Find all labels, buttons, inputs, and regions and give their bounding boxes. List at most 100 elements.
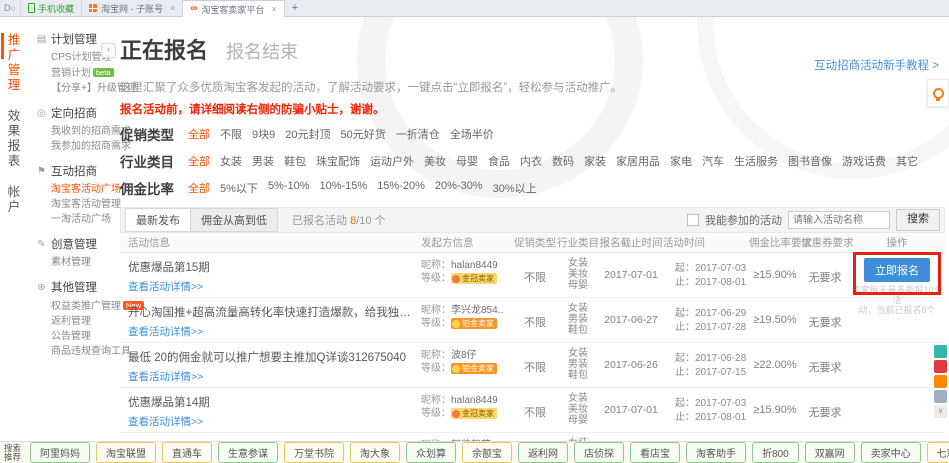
filter-option[interactable]: 5%以下 (220, 180, 258, 196)
filter-option[interactable]: 家居用品 (616, 153, 660, 169)
sidebar-item[interactable]: 权益类推广管理New (51, 298, 112, 314)
cart-widget-icon[interactable] (934, 375, 947, 388)
filter-option[interactable]: 15%-20% (377, 180, 425, 196)
bottom-nav-item[interactable]: 阿里妈妈 (30, 442, 90, 463)
coupon-requirement-cell: 无要求 (801, 388, 849, 432)
tab-close-icon[interactable]: × (271, 4, 276, 14)
bottom-nav-item[interactable]: 直通车 (162, 442, 212, 463)
filter-option[interactable]: 食品 (488, 153, 510, 169)
sidebar-item[interactable]: 淘宝客活动管理 (51, 197, 112, 212)
sidebar-item[interactable]: 公告管理 (51, 329, 112, 344)
filter-option[interactable]: 其它 (896, 153, 918, 169)
bottom-nav-item[interactable]: 卖家中心 (861, 442, 921, 463)
filter-option[interactable]: 汽车 (702, 153, 724, 169)
tab-taobao-subaccount[interactable]: 淘宝网 - 子账号 × (82, 0, 183, 16)
bottom-nav-item[interactable]: 返利网 (518, 442, 568, 463)
sidebar-item[interactable]: 商品违规查询工具 (51, 344, 112, 359)
filter-option[interactable]: 运动户外 (370, 153, 414, 169)
vnav-item-2[interactable]: 帐户 (0, 183, 28, 217)
sidebar-item[interactable]: 返利管理 (51, 314, 112, 329)
alimama-icon: ∞ (190, 4, 197, 14)
browser-refresh-icon[interactable]: ○ (11, 3, 16, 13)
apply-button[interactable]: 立即报名 (864, 258, 930, 282)
search-button[interactable]: 搜索 (896, 209, 940, 231)
activity-detail-link[interactable]: 查看活动详情>> (128, 414, 411, 429)
widget-collapse-icon[interactable]: ∨ (934, 405, 947, 418)
filter-option[interactable]: 男装 (252, 153, 274, 169)
filter-option[interactable]: 家装 (584, 153, 606, 169)
filter-option[interactable]: 10%-15% (319, 180, 367, 196)
promo-widget-icon[interactable] (934, 360, 947, 373)
filter-option[interactable]: 内衣 (520, 153, 542, 169)
tutorial-link[interactable]: 互动招商活动新手教程 > (814, 57, 939, 73)
filter-option[interactable]: 全部 (188, 180, 210, 196)
bottom-nav-item[interactable]: 店侦探 (574, 442, 624, 463)
activity-search-input[interactable] (788, 211, 890, 229)
bottom-nav-item[interactable]: 淘宝联盟 (96, 442, 156, 463)
sidebar-item[interactable]: 【分享+】升级管理 (51, 81, 112, 96)
bottom-nav-item[interactable]: 双赢网 (805, 442, 855, 463)
filter-option[interactable]: 20元封顶 (285, 126, 330, 142)
filter-option[interactable]: 女装 (220, 153, 242, 169)
browser-nav-icons[interactable]: D○ (0, 0, 21, 16)
sidebar-group-header-3[interactable]: ✎创意管理 (36, 236, 112, 252)
sidebar-item[interactable]: 淘宝客活动广场 (51, 182, 112, 197)
bookmark-phone-item[interactable]: 手机收藏 (21, 0, 82, 16)
tab-taoke-seller-platform[interactable]: ∞ 淘宝客卖家平台 × (183, 0, 284, 17)
filter-option[interactable]: 游戏话费 (842, 153, 886, 169)
sidebar-item[interactable]: 素材管理 (51, 255, 112, 270)
vnav-item-0[interactable]: 推广管理 (0, 31, 28, 95)
sponsor-nick-line: 昵称：波8仔 (421, 349, 513, 362)
filter-option[interactable]: 鞋包 (284, 153, 306, 169)
filter-option[interactable]: 家电 (670, 153, 692, 169)
sidebar-item[interactable]: 一淘活动广场 (51, 212, 112, 227)
activity-title: 优惠爆品第15期 (128, 259, 411, 275)
filter-option[interactable]: 50元好货 (341, 126, 386, 142)
vnav-char: 表 (8, 154, 21, 169)
bottom-nav-item[interactable]: 折800 (752, 442, 799, 463)
sidebar-item[interactable]: 我参加的招商需求 (51, 139, 112, 154)
filter-option[interactable]: 数码 (552, 153, 574, 169)
filter-option[interactable]: 5%-10% (268, 180, 310, 196)
filter-option[interactable]: 全部 (188, 153, 210, 169)
sort-commission-button[interactable]: 佣金从高到低 (191, 208, 278, 232)
fraud-tip-widget[interactable] (927, 79, 949, 107)
new-tab-button[interactable]: + (285, 0, 305, 16)
filter-option[interactable]: 9块9 (252, 126, 275, 142)
tab-ended-activities[interactable]: 报名结束 (226, 38, 298, 64)
my-activities-checkbox[interactable] (687, 214, 699, 226)
filter-option[interactable]: 生活服务 (734, 153, 778, 169)
tab-close-icon[interactable]: × (170, 3, 175, 13)
filter-option[interactable]: 全部 (188, 126, 210, 142)
vnav-item-1[interactable]: 效果报表 (0, 107, 28, 171)
bottom-nav-item[interactable]: 看店宝 (630, 442, 680, 463)
sidebar-item[interactable]: 我收到的招商需求 (51, 124, 112, 139)
activity-detail-link[interactable]: 查看活动详情>> (128, 324, 411, 339)
filter-option[interactable]: 一折清仓 (396, 126, 440, 142)
filter-option[interactable]: 不限 (220, 126, 242, 142)
misc-widget-icon[interactable] (934, 390, 947, 403)
sidebar-item[interactable]: 营销计划beta (51, 65, 112, 81)
bottom-nav-item[interactable]: 众划算 (406, 442, 456, 463)
sidebar-group-header-2[interactable]: ⚑互动招商 (36, 163, 112, 179)
sort-newest-button[interactable]: 最新发布 (125, 208, 191, 232)
bottom-nav-item[interactable]: 淘客助手 (686, 442, 746, 463)
filter-option[interactable]: 全场半价 (450, 126, 494, 142)
contact-widget-icon[interactable] (934, 345, 947, 358)
bottom-nav-item[interactable]: 余额宝 (462, 442, 512, 463)
sidebar-group-header-1[interactable]: ◎定向招商 (36, 105, 112, 121)
activity-detail-link[interactable]: 查看活动详情>> (128, 369, 411, 384)
filter-option[interactable]: 30%以上 (493, 180, 537, 196)
bottom-nav-item[interactable]: 生意参谋 (218, 442, 278, 463)
filter-option[interactable]: 珠宝配饰 (316, 153, 360, 169)
filter-option[interactable]: 20%-30% (435, 180, 483, 196)
bottom-nav-item[interactable]: 七彩虹官网 (927, 442, 949, 463)
filter-option[interactable]: 母婴 (456, 153, 478, 169)
bottom-nav-item[interactable]: 万堂书院 (284, 442, 344, 463)
filter-option[interactable]: 图书音像 (788, 153, 832, 169)
bottom-nav-item[interactable]: 淘大象 (350, 442, 400, 463)
sidebar-item-label: 一淘活动广场 (51, 214, 111, 225)
filter-option[interactable]: 美妆 (424, 153, 446, 169)
sidebar-group-header-4[interactable]: ⊕其他管理 (36, 279, 112, 295)
activity-detail-link[interactable]: 查看活动详情>> (128, 279, 411, 294)
